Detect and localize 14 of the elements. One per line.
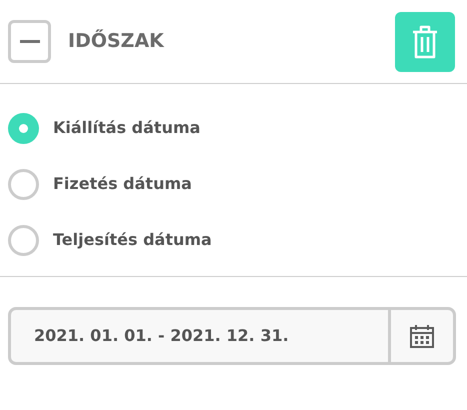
radio-label: Kiállítás dátuma — [53, 117, 200, 139]
radio-button[interactable] — [8, 168, 39, 200]
collapse-button[interactable] — [8, 20, 51, 63]
date-range-field[interactable]: 2021. 01. 01. - 2021. 12. 31. — [8, 307, 456, 365]
date-range-value: 2021. 01. 01. - 2021. 12. 31. — [33, 325, 290, 347]
radio-button[interactable] — [8, 224, 39, 256]
minus-icon — [20, 40, 40, 44]
radio-button[interactable] — [8, 112, 39, 144]
calendar-icon[interactable] — [409, 323, 435, 349]
trash-icon — [412, 24, 438, 58]
radio-label: Fizetés dátuma — [53, 173, 192, 195]
section-title: IDŐSZAK — [68, 28, 164, 54]
delete-button[interactable] — [395, 12, 455, 72]
radio-label: Teljesítés dátuma — [53, 229, 212, 251]
